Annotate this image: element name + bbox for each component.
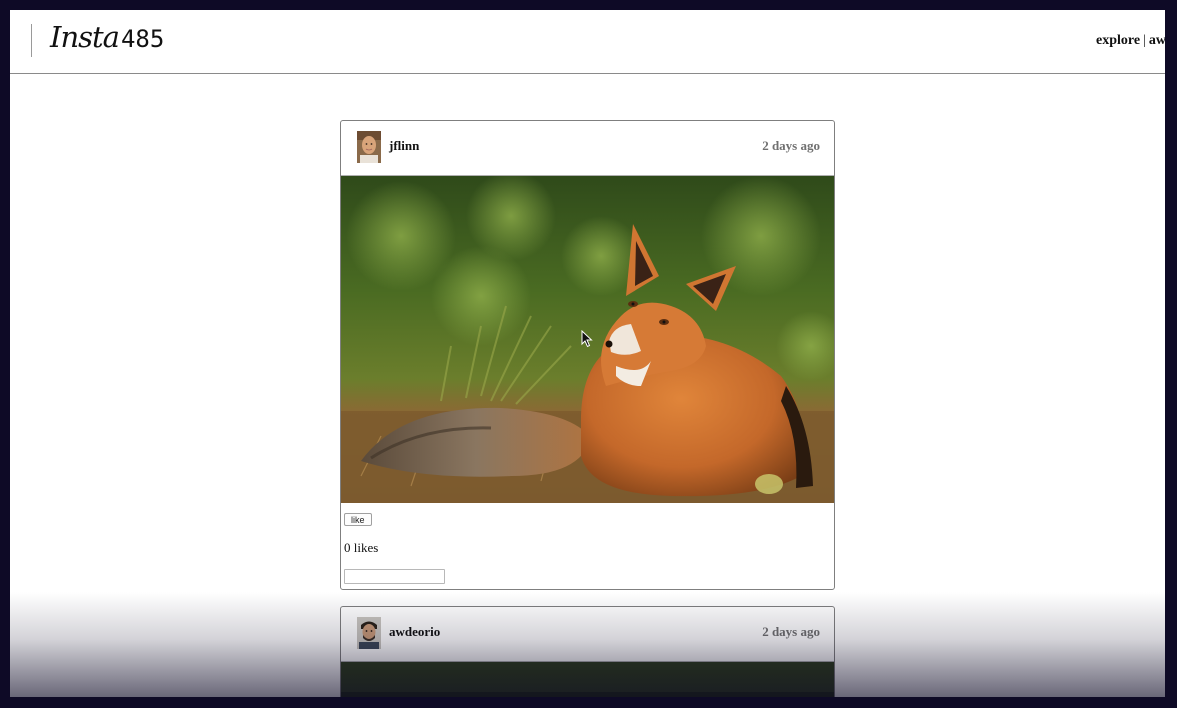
post-timestamp-link[interactable]: 2 days ago xyxy=(762,624,820,640)
nav-separator: | xyxy=(1143,33,1146,48)
like-button[interactable]: like xyxy=(344,513,372,526)
post-image[interactable] xyxy=(341,662,834,697)
post-card: awdeorio 2 days ago xyxy=(340,606,835,697)
insta485-logo[interactable]: Insta 485 xyxy=(50,20,164,56)
user-profile-link[interactable]: awdeorio xyxy=(1149,33,1165,48)
top-navbar: Insta 485 explore|awdeorio xyxy=(10,10,1165,74)
browser-viewport: Insta 485 explore|awdeorio jflinn 2 d xyxy=(10,10,1165,697)
likes-count: 0 likes xyxy=(344,540,379,555)
logo-script-text: Insta xyxy=(50,20,120,54)
logo-number-text: 485 xyxy=(120,25,165,53)
post-image[interactable] xyxy=(341,176,834,503)
post-card: jflinn 2 days ago like 0 likes xyxy=(340,120,835,590)
post-username-link[interactable]: jflinn xyxy=(389,138,419,154)
post-username-link[interactable]: awdeorio xyxy=(389,624,440,640)
avatar[interactable] xyxy=(357,617,381,649)
post-header: jflinn 2 days ago xyxy=(341,121,834,176)
explore-link[interactable]: explore xyxy=(1096,33,1140,48)
top-nav-links: explore|awdeorio xyxy=(1096,33,1165,49)
avatar[interactable] xyxy=(357,131,381,163)
comment-input[interactable] xyxy=(344,569,445,584)
post-timestamp-link[interactable]: 2 days ago xyxy=(762,138,820,154)
navbar-divider xyxy=(31,24,32,57)
post-header: awdeorio 2 days ago xyxy=(341,607,834,662)
